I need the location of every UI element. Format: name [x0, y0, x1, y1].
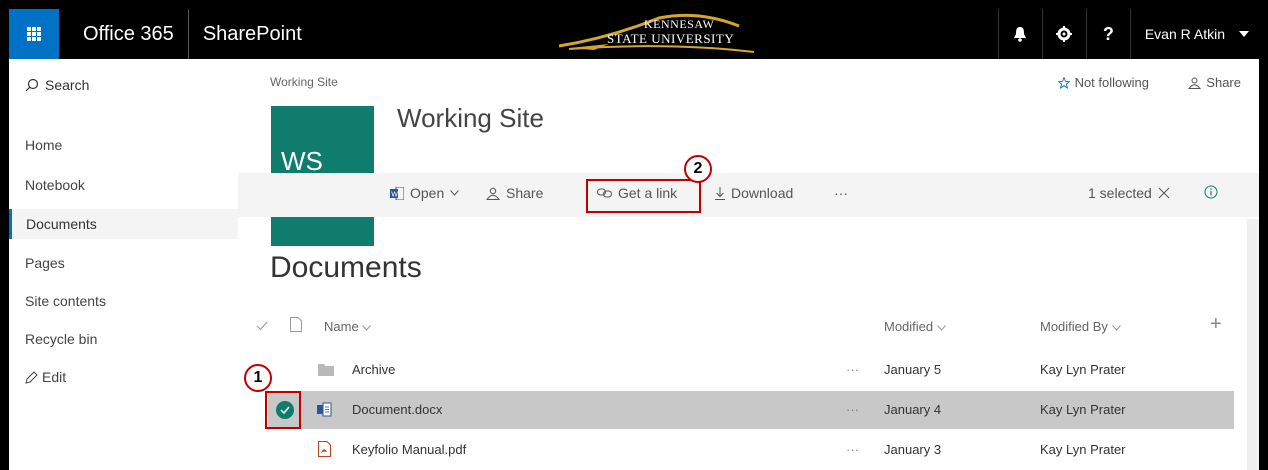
info-icon [1204, 185, 1218, 199]
waffle-icon [27, 27, 41, 41]
info-button[interactable] [1204, 185, 1218, 199]
modified-date: January 5 [884, 362, 942, 377]
nav-item-home[interactable]: Home [25, 137, 62, 153]
item-more-button[interactable]: ··· [846, 362, 859, 377]
get-a-link-highlight [586, 179, 701, 213]
modified-by: Kay Lyn Prater [1040, 362, 1126, 377]
left-navigation: Search Home Notebook Documents Pages Sit… [9, 59, 238, 470]
ksu-logo: KENNESAW STATE UNIVERSITY [549, 12, 779, 56]
selected-count: 1 selected [1088, 185, 1152, 201]
share-icon [486, 187, 500, 200]
gear-icon [1056, 26, 1073, 42]
follow-label: Not following [1074, 75, 1149, 90]
document-icon [290, 317, 302, 332]
notifications-button[interactable] [997, 9, 1042, 59]
name-column-header[interactable]: Name [324, 319, 372, 334]
share-site-label: Share [1206, 75, 1241, 90]
chevron-down-icon [1111, 325, 1121, 331]
word-file-icon [317, 402, 332, 417]
help-button[interactable]: ? [1085, 9, 1130, 59]
item-more-button[interactable]: ··· [846, 442, 859, 457]
help-icon: ? [1102, 23, 1114, 44]
site-title[interactable]: Working Site [397, 103, 544, 134]
open-label: Open [410, 185, 445, 201]
nav-item-documents[interactable]: Documents [9, 209, 238, 239]
chevron-down-icon [936, 325, 946, 331]
share-site-button[interactable]: Share [1188, 75, 1241, 90]
item-more-button[interactable]: ··· [846, 402, 859, 417]
main-content: Working Site Not following Share WS Work… [238, 59, 1259, 470]
search-icon [25, 78, 39, 92]
svg-text:W: W [391, 191, 398, 198]
sharepoint-link[interactable]: SharePoint [189, 23, 302, 46]
modified-date: January 4 [884, 402, 942, 417]
caret-down-icon [1239, 31, 1249, 37]
modified-by: Kay Lyn Prater [1040, 442, 1126, 457]
search-box[interactable]: Search [25, 77, 89, 93]
selection-status[interactable]: 1 selected [1088, 185, 1170, 201]
table-row[interactable]: Document.docx ··· January 4 Kay Lyn Prat… [268, 391, 1234, 429]
nav-item-site-contents[interactable]: Site contents [25, 293, 106, 309]
open-button[interactable]: W Open [390, 185, 460, 201]
nav-item-notebook[interactable]: Notebook [25, 177, 85, 193]
edit-label: Edit [42, 369, 67, 385]
command-bar: W Open Share Get a link Download ··· 1 s… [238, 173, 1259, 217]
share-label: Share [506, 185, 544, 201]
download-label: Download [731, 185, 794, 201]
file-name-link[interactable]: Document.docx [352, 402, 442, 417]
office365-link[interactable]: Office 365 [59, 9, 189, 59]
settings-button[interactable] [1041, 9, 1086, 59]
file-name-link[interactable]: Keyfolio Manual.pdf [352, 442, 466, 457]
pdf-file-icon [318, 441, 331, 457]
folder-icon [318, 364, 334, 376]
modified-by-column-header[interactable]: Modified By [1040, 319, 1121, 334]
search-label: Search [45, 77, 90, 93]
suite-actions: ? Evan R Atkin [997, 9, 1259, 59]
logo-line-1: KENNESAW [644, 17, 715, 31]
pencil-icon [25, 370, 38, 384]
nav-edit-link[interactable]: Edit [25, 369, 66, 385]
suite-bar: Office 365 SharePoint KENNESAW STATE UNI… [9, 9, 1259, 59]
nav-item-pages[interactable]: Pages [25, 255, 65, 271]
download-icon [715, 186, 725, 200]
modified-column-label: Modified [884, 319, 934, 334]
modified-date: January 3 [884, 442, 942, 457]
nav-item-recycle-bin[interactable]: Recycle bin [25, 331, 97, 347]
table-row[interactable]: Keyfolio Manual.pdf ··· January 3 Kay Ly… [268, 431, 1234, 469]
callout-1: 1 [244, 364, 272, 392]
app-launcher-button[interactable] [9, 9, 59, 59]
row-select-highlight [265, 391, 301, 429]
modified-by-column-label: Modified By [1040, 319, 1108, 334]
modified-by: Kay Lyn Prater [1040, 402, 1126, 417]
download-button[interactable]: Download [715, 185, 793, 201]
word-app-icon: W [390, 186, 404, 200]
check-icon [256, 321, 268, 331]
user-name: Evan R Atkin [1144, 26, 1225, 42]
user-menu[interactable]: Evan R Atkin [1129, 9, 1259, 59]
vertical-scrollbar[interactable] [1247, 219, 1259, 470]
modified-column-header[interactable]: Modified [884, 319, 946, 334]
star-icon [1057, 76, 1070, 89]
file-type-header[interactable] [290, 317, 302, 335]
close-icon[interactable] [1158, 187, 1170, 199]
callout-2: 2 [684, 155, 712, 183]
share-icon [1188, 77, 1202, 89]
name-column-label: Name [324, 319, 359, 334]
more-commands-button[interactable]: ··· [834, 185, 848, 201]
breadcrumb[interactable]: Working Site [270, 75, 338, 89]
bell-icon [1014, 27, 1027, 42]
chevron-down-icon [362, 325, 372, 331]
share-button[interactable]: Share [486, 185, 543, 201]
chevron-down-icon [450, 190, 460, 196]
logo-line-2: STATE UNIVERSITY [607, 31, 735, 46]
add-column-button[interactable]: + [1210, 313, 1222, 336]
file-name-link[interactable]: Archive [352, 362, 395, 377]
library-title: Documents [270, 251, 422, 284]
table-row[interactable]: Archive ··· January 5 Kay Lyn Prater [268, 351, 1234, 389]
select-all-checkbox[interactable] [256, 319, 268, 334]
follow-button[interactable]: Not following [1057, 75, 1149, 90]
